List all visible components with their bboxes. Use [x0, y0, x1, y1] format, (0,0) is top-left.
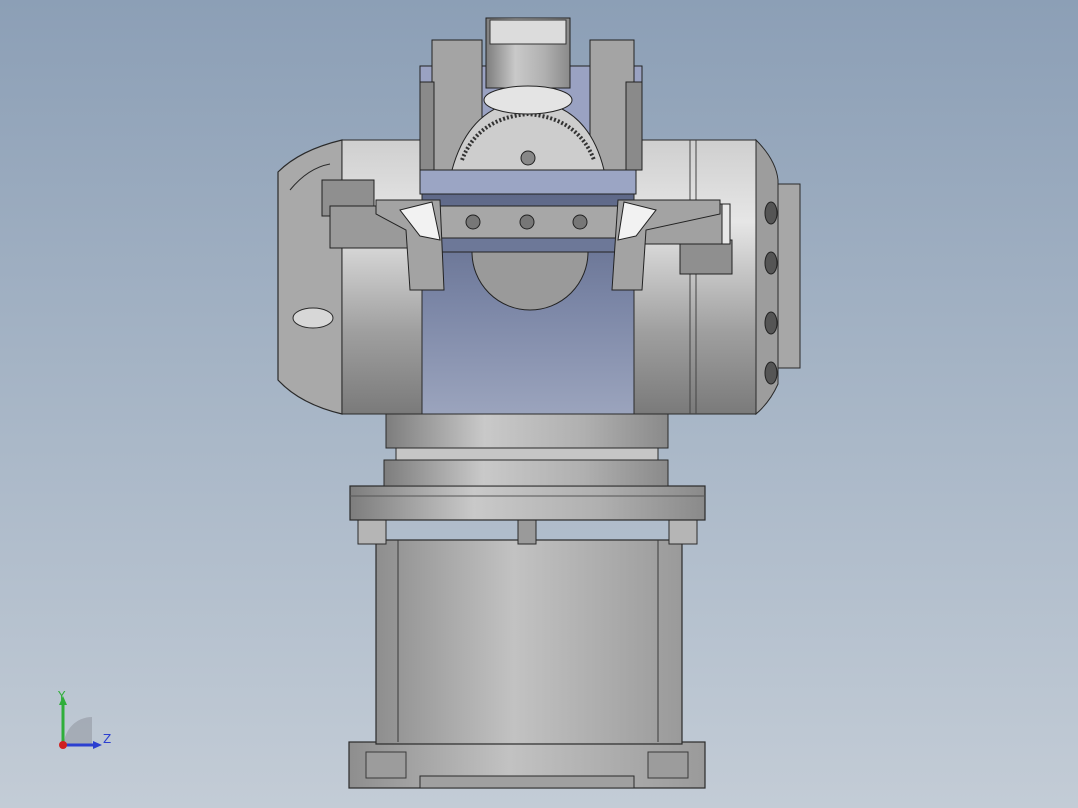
triad-y-label: Y	[58, 689, 66, 703]
base-pedestal[interactable]	[348, 519, 706, 789]
flange[interactable]	[349, 413, 706, 521]
top-gear-housing[interactable]	[419, 17, 643, 171]
triad-z-label: Z	[103, 732, 112, 746]
model-view[interactable]	[0, 0, 1078, 808]
graphics-viewport[interactable]: Y Z	[0, 0, 1078, 808]
